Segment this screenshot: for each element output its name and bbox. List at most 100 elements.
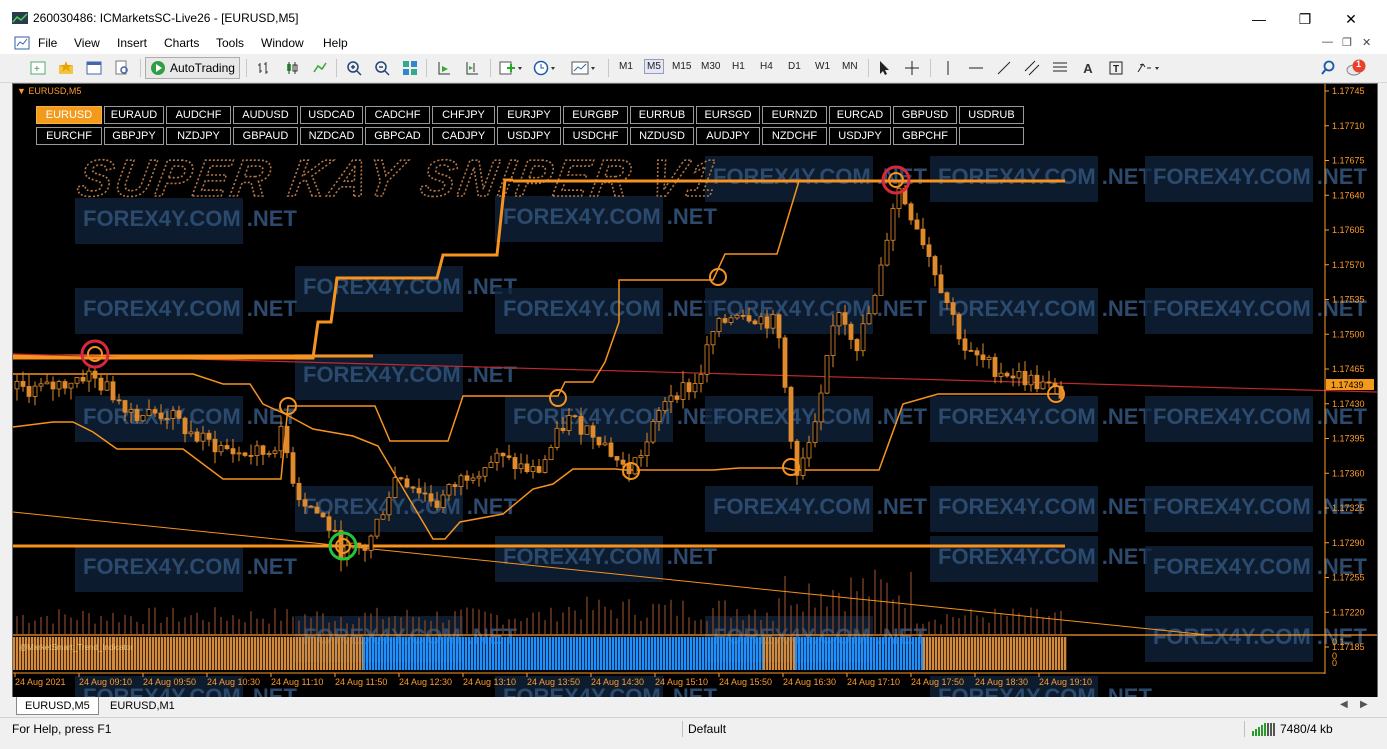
symbol-button-audjpy[interactable]: AUDJPY [696, 127, 760, 145]
indicators-button[interactable] [498, 58, 524, 78]
text-label-button[interactable]: T [1106, 58, 1126, 78]
text-tool-button[interactable]: A [1078, 58, 1098, 78]
minimize-button[interactable]: — [1236, 6, 1282, 32]
toolbar-separator [868, 59, 869, 77]
symbol-button-nzdchf[interactable]: NZDCHF [762, 127, 827, 145]
horizontal-line-button[interactable] [966, 58, 986, 78]
menu-view[interactable]: View [74, 36, 100, 50]
symbol-button-eurnzd[interactable]: EURNZD [762, 106, 827, 124]
symbol-button-usdchf[interactable]: USDCHF [563, 127, 628, 145]
menu-help[interactable]: Help [323, 36, 348, 50]
candle-body [560, 427, 566, 431]
symbol-button-eurrub[interactable]: EURRUB [630, 106, 694, 124]
symbol-button-gbpaud[interactable]: GBPAUD [233, 127, 298, 145]
crosshair-tool-button[interactable] [902, 58, 922, 78]
symbol-button-gbpchf[interactable]: GBPCHF [893, 127, 957, 145]
equidistant-channel-button[interactable] [1022, 58, 1042, 78]
symbol-button-eursgd[interactable]: EURSGD [696, 106, 760, 124]
symbol-button-nzdusd[interactable]: NZDUSD [630, 127, 694, 145]
symbol-button-usdcad[interactable]: USDCAD [300, 106, 363, 124]
symbol-button-eurchf[interactable]: EURCHF [36, 127, 102, 145]
menu-charts[interactable]: Charts [164, 36, 199, 50]
auto-scroll-button[interactable] [434, 58, 454, 78]
timeframe-m1[interactable]: M1 [619, 61, 633, 72]
symbol-button-eurjpy[interactable]: EURJPY [497, 106, 561, 124]
symbol-button-audchf[interactable]: AUDCHF [166, 106, 231, 124]
timeframe-h4[interactable]: H4 [760, 61, 773, 72]
zoom-out-button[interactable] [372, 58, 392, 78]
notifications-button[interactable]: 1 [1346, 58, 1366, 78]
child-minimize-icon[interactable]: — [1322, 36, 1333, 48]
templates-button[interactable] [570, 58, 598, 78]
symbol-button-nzdjpy[interactable]: NZDJPY [166, 127, 231, 145]
trend-bar-segment [501, 637, 504, 670]
timeframe-w1[interactable]: W1 [815, 61, 830, 72]
menu-tools[interactable]: Tools [216, 36, 244, 50]
child-close-icon[interactable]: ✕ [1362, 36, 1371, 49]
trend-bar-segment [642, 637, 645, 670]
symbol-button-eurcad[interactable]: EURCAD [829, 106, 891, 124]
scroll-left-icon[interactable]: ◀ [1340, 699, 1348, 710]
cursor-tool-button[interactable] [874, 58, 894, 78]
watermark-text: FOREX4Y.COM .NET [83, 206, 297, 231]
trend-bar-segment [564, 637, 567, 670]
timeframe-m30[interactable]: M30 [701, 61, 720, 72]
profiles-button[interactable] [56, 58, 76, 78]
line-chart-button[interactable] [310, 58, 330, 78]
maximize-button[interactable]: ❐ [1282, 6, 1328, 32]
trendline-button[interactable] [994, 58, 1014, 78]
search-button[interactable] [1318, 58, 1338, 78]
symbol-button-gbpusd[interactable]: GBPUSD [893, 106, 957, 124]
periods-button[interactable] [532, 58, 558, 78]
new-order-button[interactable]: + [28, 58, 48, 78]
trend-bar-segment [793, 637, 796, 670]
market-watch-button[interactable] [84, 58, 104, 78]
candle-body [494, 452, 500, 463]
symbol-button-euraud[interactable]: EURAUD [104, 106, 164, 124]
timeframe-mn[interactable]: MN [842, 61, 858, 72]
trend-bar-segment [13, 637, 16, 670]
symbol-button-eurusd[interactable]: EURUSD [36, 106, 102, 124]
candle-body [422, 492, 428, 495]
symbol-button-cadchf[interactable]: CADCHF [365, 106, 430, 124]
candlestick-button[interactable] [282, 58, 302, 78]
trend-bar-segment [732, 637, 735, 670]
symbol-button-usdjpy[interactable]: USDJPY [829, 127, 891, 145]
trend-bar-segment [429, 637, 432, 670]
symbol-button-audusd[interactable]: AUDUSD [233, 106, 298, 124]
tab-eurusd-m5[interactable]: EURUSD,M5 [16, 697, 99, 715]
autotrading-button[interactable]: AutoTrading [145, 57, 240, 79]
fibonacci-button[interactable] [1050, 58, 1070, 78]
scroll-right-icon[interactable]: ▶ [1360, 699, 1368, 710]
symbol-button-cadjpy[interactable]: CADJPY [432, 127, 495, 145]
menu-insert[interactable]: Insert [117, 36, 147, 50]
bar-chart-button[interactable] [254, 58, 274, 78]
strategy-tester-button[interactable] [112, 58, 132, 78]
tile-windows-button[interactable] [400, 58, 420, 78]
chart-canvas[interactable]: FOREX4Y.COM .NETFOREX4Y.COM .NETFOREX4Y.… [13, 84, 1377, 698]
trend-bar-segment [387, 637, 390, 670]
symbol-button-eurgbp[interactable]: EURGBP [563, 106, 628, 124]
timeframe-m5[interactable]: M5 [644, 59, 664, 74]
arrows-button[interactable] [1134, 58, 1164, 78]
timeframe-h1[interactable]: H1 [732, 61, 745, 72]
candle-body [314, 506, 320, 514]
vertical-line-button[interactable] [938, 58, 958, 78]
symbol-button-gbpjpy[interactable]: GBPJPY [104, 127, 164, 145]
timeframe-m15[interactable]: M15 [672, 61, 691, 72]
timeframe-d1[interactable]: D1 [788, 61, 801, 72]
chart-shift-button[interactable] [462, 58, 482, 78]
menu-file[interactable]: File [38, 36, 57, 50]
child-restore-icon[interactable]: ❐ [1342, 36, 1352, 49]
tab-eurusd-m1[interactable]: EURUSD,M1 [102, 697, 183, 714]
close-button[interactable]: ✕ [1328, 6, 1374, 32]
chart-window[interactable]: FOREX4Y.COM .NET FOREX4Y.COM .NET FOREX4Y.… [12, 83, 1378, 699]
symbol-button-gbpcad[interactable]: GBPCAD [365, 127, 430, 145]
symbol-button-usdrub[interactable]: USDRUB [959, 106, 1024, 124]
zoom-in-button[interactable] [344, 58, 364, 78]
symbol-button-nzdcad[interactable]: NZDCAD [300, 127, 363, 145]
symbol-button-empty[interactable] [959, 127, 1024, 145]
symbol-button-usdjpy[interactable]: USDJPY [497, 127, 561, 145]
menu-window[interactable]: Window [261, 36, 304, 50]
symbol-button-chfjpy[interactable]: CHFJPY [432, 106, 495, 124]
